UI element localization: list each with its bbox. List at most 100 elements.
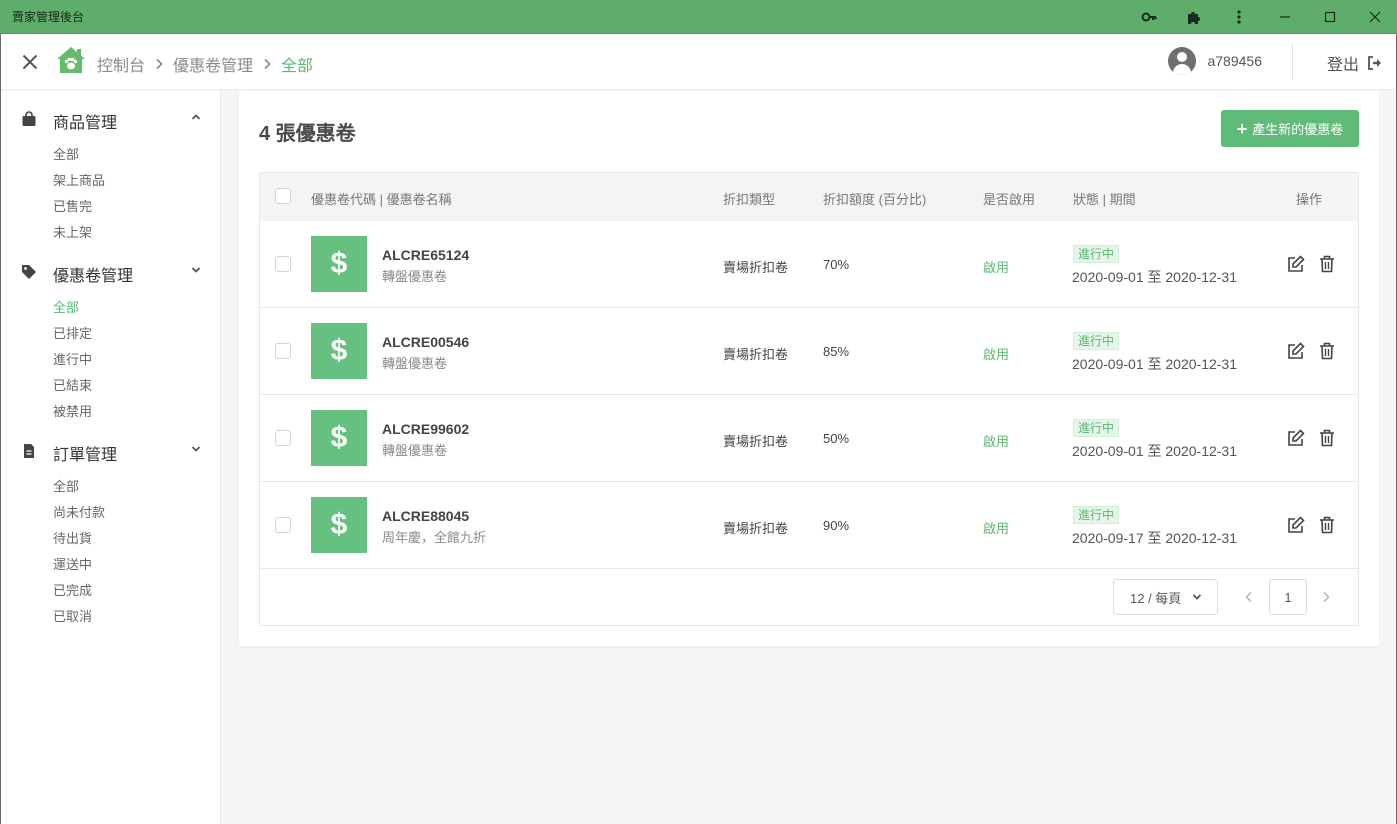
sidebar-item-orders-cancelled[interactable]: 已取消 [53, 606, 92, 625]
header-type: 折扣類型 [723, 192, 776, 207]
sidebar-item-products-all[interactable]: 全部 [53, 144, 79, 163]
username: a789456 [1207, 53, 1262, 69]
sidebar-item-products-sold-out[interactable]: 已售完 [53, 196, 92, 215]
trash-icon[interactable] [1319, 255, 1335, 273]
sidebar-group-orders: 訂單管理 [1, 436, 221, 466]
coupon-percent: 85% [823, 344, 850, 359]
coupon-period: 2020-09-01 至 2020-12-31 [1072, 356, 1238, 372]
sidebar-item-orders-to-ship[interactable]: 待出貨 [53, 528, 92, 547]
page-number: 1 [1284, 589, 1292, 605]
page-number-button[interactable]: 1 [1269, 579, 1307, 615]
select-all-checkbox[interactable] [275, 188, 291, 204]
sidebar-group-header-coupons[interactable]: 優惠卷管理 [1, 257, 221, 287]
sidebar-item-coupons-all[interactable]: 全部 [53, 297, 79, 316]
document-icon [24, 444, 34, 458]
chevron-up-icon [191, 114, 201, 120]
sidebar-group-label: 優惠卷管理 [53, 268, 134, 285]
sidebar-item-coupons-scheduled[interactable]: 已排定 [53, 323, 92, 342]
sidebar-item-orders-completed[interactable]: 已完成 [53, 580, 92, 599]
minimize-window-icon[interactable] [1262, 0, 1307, 34]
header-enabled: 是否啟用 [983, 192, 1036, 207]
key-icon[interactable] [1126, 0, 1171, 34]
coupon-name: 轉盤優惠卷 [382, 269, 448, 284]
coupon-name: 轉盤優惠卷 [382, 356, 448, 371]
sidebar-item-orders-unpaid[interactable]: 尚未付款 [53, 502, 105, 521]
coupon-period: 2020-09-01 至 2020-12-31 [1072, 269, 1238, 285]
trash-icon[interactable] [1319, 342, 1335, 360]
sidebar-item-orders-all[interactable]: 全部 [53, 476, 79, 495]
prev-page-icon[interactable] [1245, 591, 1253, 603]
row-checkbox[interactable] [275, 343, 291, 359]
header-amount: 折扣額度 (百分比) [823, 192, 927, 207]
coupon-code: ALCRE88045 [382, 508, 470, 524]
coupon-enabled: 啟用 [983, 260, 1010, 275]
breadcrumb-coupon-management[interactable]: 優惠卷管理 [173, 52, 253, 76]
home-logo-icon[interactable] [55, 45, 87, 75]
sidebar-item-coupons-ended[interactable]: 已結束 [53, 375, 92, 394]
sidebar-item-orders-shipping[interactable]: 運送中 [53, 554, 92, 573]
edit-icon[interactable] [1287, 255, 1305, 273]
window-title: 賣家管理後台 [12, 10, 85, 24]
add-coupon-button[interactable]: + 產生新的優惠卷 [1221, 110, 1359, 147]
sidebar-group-header-orders[interactable]: 訂單管理 [1, 436, 221, 466]
breadcrumb-current: 全部 [281, 58, 314, 75]
coupon-code: ALCRE99602 [382, 421, 470, 437]
dollar-icon: $ [311, 323, 367, 379]
page-title: 4 張優惠卷 [259, 123, 356, 145]
edit-icon[interactable] [1287, 429, 1305, 447]
dollar-icon: $ [311, 410, 367, 466]
header-status-period: 狀態 | 期間 [1073, 192, 1136, 207]
header-code-name: 優惠卷代碼 | 優惠卷名稱 [311, 192, 452, 207]
row-checkbox[interactable] [275, 517, 291, 533]
app-header: 控制台 優惠卷管理 全部 a789456 登出 [1, 34, 1396, 90]
breadcrumb-dashboard[interactable]: 控制台 [97, 52, 145, 76]
trash-icon[interactable] [1319, 516, 1335, 534]
trash-icon[interactable] [1319, 429, 1335, 447]
more-menu-icon[interactable] [1216, 0, 1262, 34]
coupon-enabled: 啟用 [983, 347, 1010, 362]
edit-icon[interactable] [1287, 342, 1305, 360]
header-divider [1292, 44, 1293, 80]
chevron-down-icon [191, 267, 201, 273]
chevron-right-icon [155, 58, 163, 70]
add-coupon-label: 產生新的優惠卷 [1252, 122, 1344, 137]
shopping-bag-icon [22, 111, 36, 126]
status-badge: 進行中 [1073, 245, 1120, 263]
table-row: $ ALCRE00546 轉盤優惠卷 賣場折扣卷 85% 啟用 進行中 2020… [260, 308, 1358, 395]
edit-icon[interactable] [1287, 516, 1305, 534]
coupon-code: ALCRE00546 [382, 334, 470, 350]
row-checkbox[interactable] [275, 430, 291, 446]
sidebar-item-products-unlisted[interactable]: 未上架 [53, 222, 92, 241]
chevron-down-icon [191, 446, 201, 452]
sidebar-item-coupons-disabled[interactable]: 被禁用 [53, 401, 92, 420]
close-window-icon[interactable] [1352, 0, 1397, 34]
dollar-icon: $ [311, 236, 367, 292]
sidebar-group-label: 商品管理 [53, 115, 118, 132]
tag-icon [22, 265, 36, 279]
sidebar: 商品管理 全部 架上商品 已售完 未上架 優惠卷管理 全部 已排定 進行中 已結… [1, 91, 221, 824]
logout-label: 登出 [1326, 57, 1359, 74]
logout-button[interactable]: 登出 [1327, 51, 1382, 75]
avatar [1168, 47, 1197, 75]
sidebar-item-products-on-shelf[interactable]: 架上商品 [53, 170, 105, 189]
user-profile[interactable]: a789456 [1168, 47, 1262, 75]
sidebar-group-header-products[interactable]: 商品管理 [1, 104, 221, 134]
puzzle-extension-icon[interactable] [1171, 0, 1216, 34]
next-page-icon[interactable] [1322, 591, 1330, 603]
sidebar-item-coupons-ongoing[interactable]: 進行中 [53, 349, 92, 368]
coupon-percent: 90% [823, 518, 850, 533]
close-sidebar-icon[interactable] [19, 51, 41, 73]
coupon-percent: 50% [823, 431, 850, 446]
table-row: $ ALCRE65124 轉盤優惠卷 賣場折扣卷 70% 啟用 進行中 2020… [260, 221, 1358, 308]
coupon-list-card: 4 張優惠卷 + 產生新的優惠卷 優惠卷代碼 | 優惠卷名稱 折扣類型 折扣額度… [239, 91, 1379, 646]
coupon-enabled: 啟用 [983, 521, 1010, 536]
header-actions: 操作 [1296, 192, 1323, 207]
coupon-type: 賣場折扣卷 [723, 347, 789, 362]
page-size-select[interactable]: 12 / 每頁 [1113, 579, 1218, 615]
coupon-enabled: 啟用 [983, 434, 1010, 449]
maximize-window-icon[interactable] [1307, 0, 1352, 34]
row-checkbox[interactable] [275, 256, 291, 272]
coupon-name: 周年慶，全館九折 [382, 530, 487, 545]
table-row: $ ALCRE99602 轉盤優惠卷 賣場折扣卷 50% 啟用 進行中 2020… [260, 395, 1358, 482]
coupon-period: 2020-09-17 至 2020-12-31 [1072, 530, 1238, 546]
